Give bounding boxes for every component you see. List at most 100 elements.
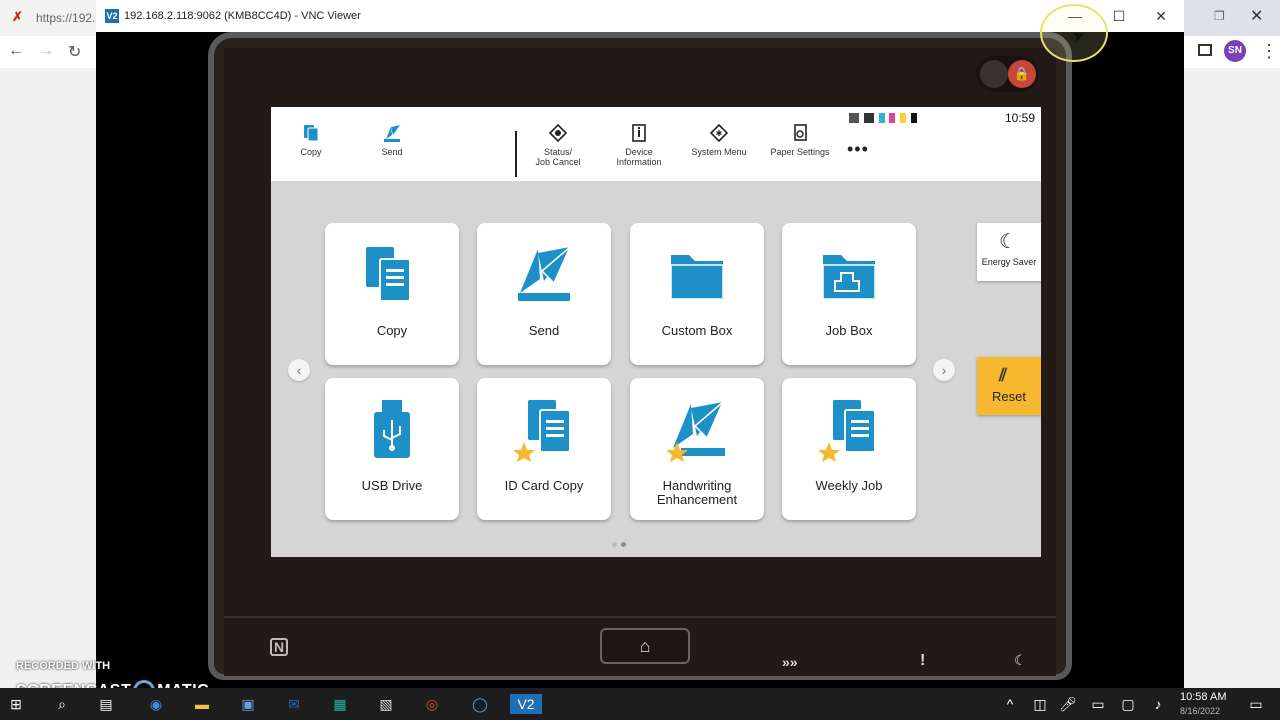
previous-page-button[interactable]: ‹ [288,359,310,381]
search-icon[interactable]: ⌕ [52,694,72,714]
task-view-icon[interactable]: ▤ [96,694,116,714]
browser-tab[interactable]: ✗ https://192. [0,0,96,36]
more-icon[interactable]: ••• [847,139,869,160]
reset-button[interactable]: ⫽ Reset [977,357,1041,415]
app3-icon[interactable]: ▧ [376,694,396,714]
vnc-viewer-taskbar-icon[interactable]: V2 [510,694,542,714]
maximize-button[interactable]: ☐ [1104,6,1134,26]
tile-handwriting-label-2: Enhancement [656,492,738,507]
network-tray-icon[interactable]: ▢ [1118,694,1138,714]
tray-app-icon[interactable]: ◫ [1030,694,1050,714]
next-page-button[interactable]: › [933,359,955,381]
battery-icon[interactable]: ▭ [1088,694,1108,714]
sleep-icon[interactable]: ☾ [1014,652,1027,669]
tile-copy-label: Copy [376,323,408,338]
taskbar-time[interactable]: 10:58 AM [1180,691,1226,703]
system-menu-icon: ✱ [709,123,729,143]
status-icon [548,123,568,143]
clock: 10:59 [1005,111,1036,125]
forward-icon[interactable]: → [38,42,54,60]
tile-send[interactable]: Send [477,223,611,365]
more-menu-icon[interactable]: ⋮ [1260,40,1278,62]
avatar[interactable]: SN [1224,40,1246,62]
toner-yellow-icon [900,113,907,124]
lock-toggle[interactable]: 🔒 [976,56,1038,92]
network-icon [849,113,859,124]
top-copy-button[interactable]: Copy [271,123,351,157]
outlook-icon[interactable]: ✉ [284,694,304,714]
top-send-button[interactable]: Send [352,123,432,157]
taskbar: ⊞ ⌕ ▤ ◉ ▬ ▣ ✉ ▦ ▧ ◎ ◯ V2 ^ ◫ 🎤︎ ▭ ▢ ♪ 10… [0,688,1280,720]
handwriting-icon [667,401,725,462]
taskbar-date[interactable]: 8/16/2022 [1180,706,1220,716]
paper-settings-button[interactable]: Paper Settings [760,123,840,157]
toner-cyan-icon [878,113,885,124]
tile-id-card-copy[interactable]: ID Card Copy [477,378,611,520]
top-send-label: Send [381,147,403,157]
tile-weekly-job-label: Weekly Job [815,478,883,493]
energy-saver-button[interactable]: ☾ Energy Saver [977,223,1041,281]
nfc-icon: N [270,638,288,656]
attention-icon: ! [920,652,926,669]
tile-send-label: Send [528,323,560,338]
copy-icon [304,125,319,142]
paper-settings-icon [794,124,807,141]
tile-weekly-job[interactable]: Weekly Job [782,378,916,520]
edge-icon[interactable]: ◉ [146,694,166,714]
app-icon[interactable]: ▣ [238,694,258,714]
tile-usb-drive-label: USB Drive [361,478,423,493]
close-button[interactable]: ✕ [1146,6,1176,26]
chrome-icon[interactable]: ◎ [422,694,442,714]
browser-nav: ← → ↻ [0,36,96,68]
back-icon[interactable]: ← [8,42,24,60]
vnc-titlebar[interactable]: V2 192.168.2.118:9062 (KMB8CC4D) - VNC V… [96,0,1184,32]
top-bar: Copy Send Status/ Job Cancel Device Info… [271,107,1041,181]
tile-copy[interactable]: Copy [325,223,459,365]
restore-icon[interactable]: ❐ [1214,9,1225,23]
paper-settings-label: Paper Settings [770,147,830,157]
sidebar-icon[interactable] [1198,44,1212,56]
system-menu-button[interactable]: ✱ System Menu [679,123,759,157]
moon-icon: ☾ [999,231,1017,253]
status-indicators [849,113,919,124]
device-info-label-1: Device [625,147,653,157]
reset-icon: ⫽ [999,365,1008,385]
folder-icon [670,255,724,300]
system-menu-label: System Menu [691,147,747,157]
reload-icon[interactable]: ↻ [68,42,81,62]
weekly-job-icon [819,400,876,462]
close-icon[interactable]: ✕ [1250,6,1263,26]
start-icon[interactable]: ⊞ [6,694,26,714]
browser-toolbar-right: SN ⋮ [1184,36,1280,68]
favicon-icon: ✗ [12,9,23,24]
tile-job-box-label: Job Box [825,323,873,338]
toner-magenta-icon [889,113,896,124]
file-explorer-icon[interactable]: ▬ [192,694,212,714]
microphone-icon[interactable]: 🎤︎ [1058,694,1078,714]
home-button[interactable]: ⌂ [600,628,690,664]
device-information-button[interactable]: Device Information [599,123,679,167]
device-info-label-2: Information [616,157,662,167]
notifications-icon[interactable]: ▭ [1246,694,1266,714]
tray-chevron-icon[interactable]: ^ [1000,694,1020,714]
recorded-with-text: RECORDED WITH [16,660,111,672]
tile-usb-drive[interactable]: USB Drive [325,378,459,520]
energy-saver-label: Energy Saver [981,257,1037,267]
tile-handwriting-enhancement[interactable]: Handwriting Enhancement [630,378,764,520]
screencast-app-icon[interactable]: ◯ [470,694,490,714]
tile-custom-box[interactable]: Custom Box [630,223,764,365]
toggle-knob [980,60,1008,88]
app2-icon[interactable]: ▦ [330,694,350,714]
printer-panel: 🔒 Copy Send Status/ Job Cancel Device In… [208,32,1072,680]
top-copy-label: Copy [300,147,322,157]
volume-icon[interactable]: ♪ [1148,694,1168,714]
id-card-copy-icon [514,400,571,462]
send-icon [384,125,400,142]
tile-id-card-copy-label: ID Card Copy [504,478,584,493]
reset-label: Reset [992,389,1026,404]
status-job-cancel-button[interactable]: Status/ Job Cancel [518,123,598,167]
browser-right: ❐ ✕ SN ⋮ [1184,0,1280,688]
page-dot-active [621,542,626,547]
tile-job-box[interactable]: Job Box [782,223,916,365]
top-bar-divider [515,131,517,177]
